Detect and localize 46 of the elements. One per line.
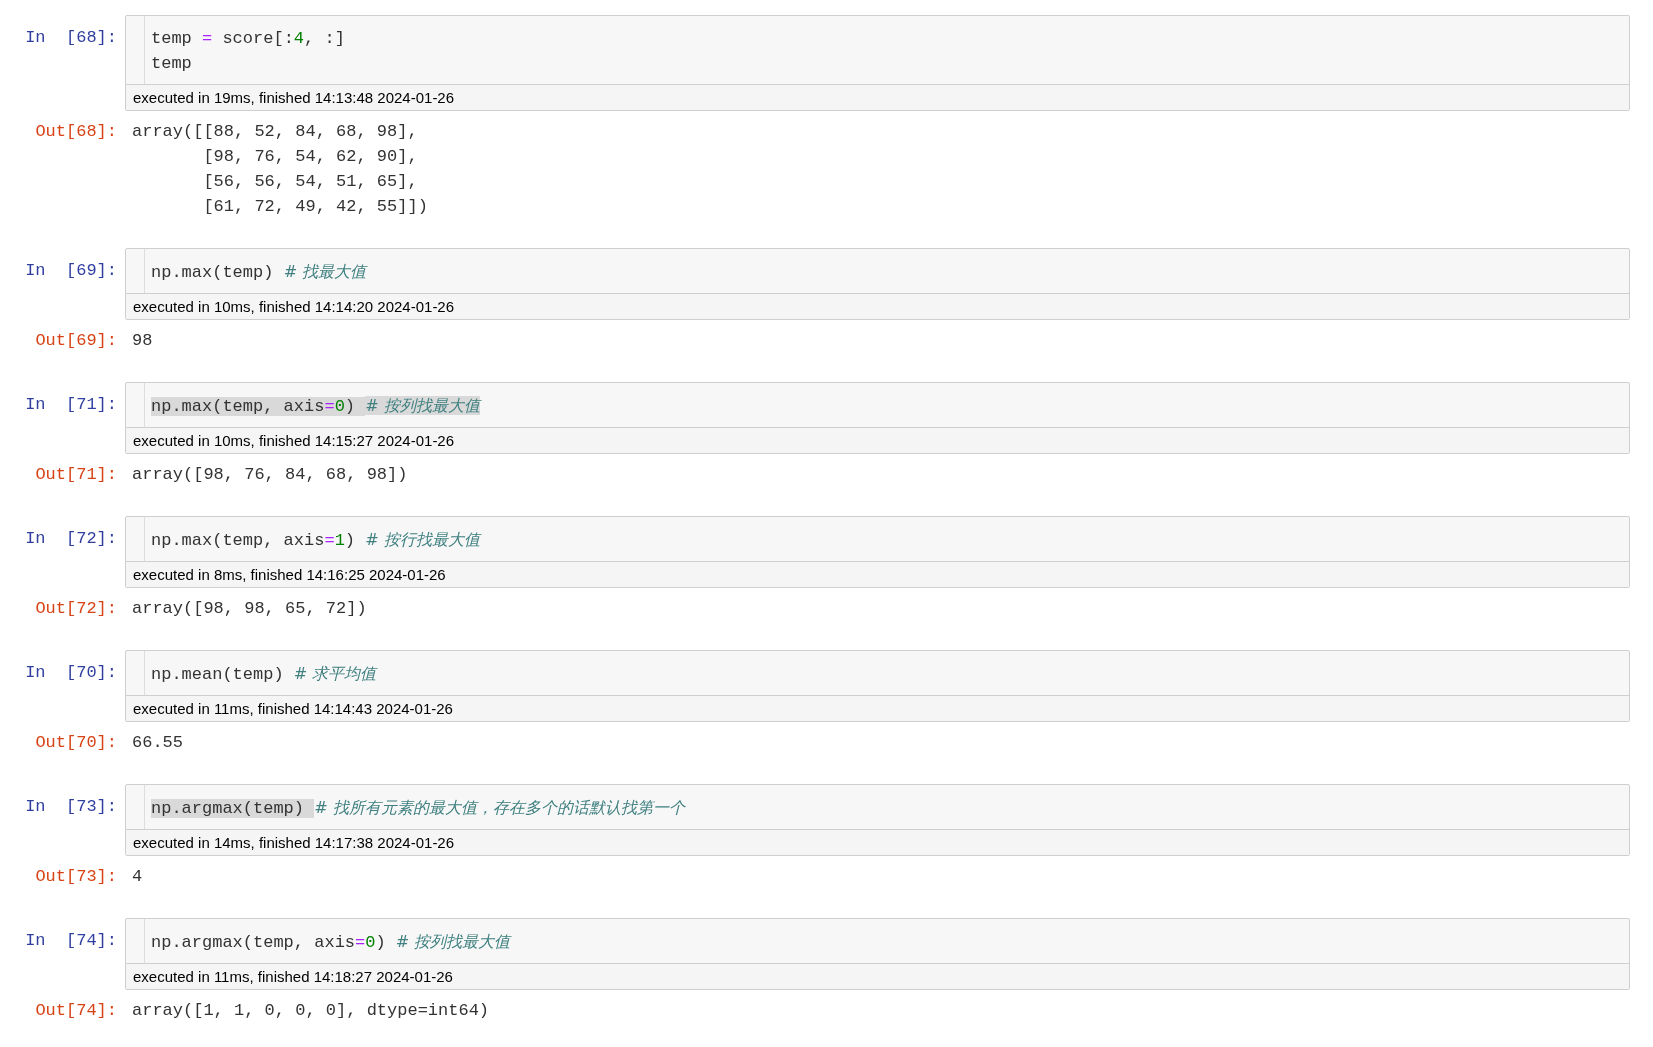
- code-cell[interactable]: temp = score[:4, :] temp executed in 19ms, finished 14:13:48 2024-01-26: [125, 15, 1630, 111]
- code-line: np.max(temp, axis=0) # 按列找最大值: [151, 395, 480, 418]
- code-line: np.argmax(temp, axis=0) # 按列找最大值: [151, 931, 511, 954]
- output-line: array([98, 76, 84, 68, 98]): [132, 464, 408, 486]
- code-cell[interactable]: np.max(temp, axis=0) # 按列找最大值 executed in 10ms, finished 14:15:27 2024-01-26: [125, 382, 1630, 454]
- execution-time-text: executed in 10ms, finished 14:14:20 2024-01-26: [133, 298, 455, 315]
- code-cell[interactable]: np.max(temp) # 找最大值 executed in 10ms, finished 14:14:20 2024-01-26: [125, 248, 1630, 320]
- output-line: array([1, 1, 0, 0, 0], dtype=int64): [132, 1000, 490, 1022]
- output-prompt: Out[70]:: [35, 732, 118, 754]
- output-line: 4: [132, 866, 143, 888]
- code-line: temp: [151, 53, 192, 75]
- output-prompt: Out[72]:: [35, 598, 118, 620]
- code-cell[interactable]: np.argmax(temp) # 找所有元素的最大值，存在多个的话默认找第一个 executed in 14ms, finished 14:17:38 2024-01-26: [125, 784, 1630, 856]
- code-line: np.max(temp, axis=1) # 按行找最大值: [151, 529, 480, 552]
- output-line: [56, 56, 54, 51, 65],: [202, 171, 418, 193]
- code-line: np.mean(temp) # 求平均值: [151, 663, 377, 686]
- execution-time-text: executed in 11ms, finished 14:14:43 2024-01-26: [133, 700, 453, 717]
- execution-time-text: executed in 19ms, finished 14:13:48 2024-01-26: [133, 89, 455, 106]
- output-line: array([98, 98, 65, 72]): [132, 598, 367, 620]
- input-prompt: In [72]:: [25, 528, 118, 550]
- input-prompt: In [70]:: [25, 662, 118, 684]
- input-prompt: In [68]:: [25, 27, 118, 49]
- input-prompt: In [71]:: [25, 394, 118, 416]
- output-line: 98: [132, 330, 153, 352]
- code-cell[interactable]: np.mean(temp) # 求平均值 executed in 11ms, finished 14:14:43 2024-01-26: [125, 650, 1630, 722]
- output-prompt: Out[68]:: [35, 121, 118, 143]
- code-line: temp = score[:4, :]: [151, 28, 345, 50]
- output-prompt: Out[73]:: [35, 866, 118, 888]
- code-cell[interactable]: np.max(temp, axis=1) # 按行找最大值 executed in 8ms, finished 14:16:25 2024-01-26: [125, 516, 1630, 588]
- input-prompt: In [73]:: [25, 796, 118, 818]
- code-cell[interactable]: np.argmax(temp, axis=0) # 按列找最大值 executed in 11ms, finished 14:18:27 2024-01-26: [125, 918, 1630, 990]
- output-prompt: Out[71]:: [35, 464, 118, 486]
- execution-time-text: executed in 14ms, finished 14:17:38 2024-01-26: [133, 834, 455, 851]
- output-line: [98, 76, 54, 62, 90],: [202, 146, 418, 168]
- code-line: np.max(temp) # 找最大值: [151, 261, 367, 284]
- input-prompt: In [74]:: [25, 930, 118, 952]
- execution-time-text: executed in 11ms, finished 14:18:27 2024-01-26: [133, 968, 453, 985]
- output-prompt: Out[74]:: [35, 1000, 118, 1022]
- output-line: 66.55: [132, 732, 183, 754]
- output-line: [61, 72, 49, 42, 55]]): [202, 196, 428, 218]
- code-line: np.argmax(temp) # 找所有元素的最大值，存在多个的话默认找第一个: [151, 797, 685, 820]
- output-prompt: Out[69]:: [35, 330, 118, 352]
- execution-time-text: executed in 10ms, finished 14:15:27 2024-01-26: [133, 432, 455, 449]
- execution-time-text: executed in 8ms, finished 14:16:25 2024-01-26: [133, 566, 446, 583]
- output-line: array([[88, 52, 84, 68, 98],: [132, 121, 418, 143]
- input-prompt: In [69]:: [25, 260, 118, 282]
